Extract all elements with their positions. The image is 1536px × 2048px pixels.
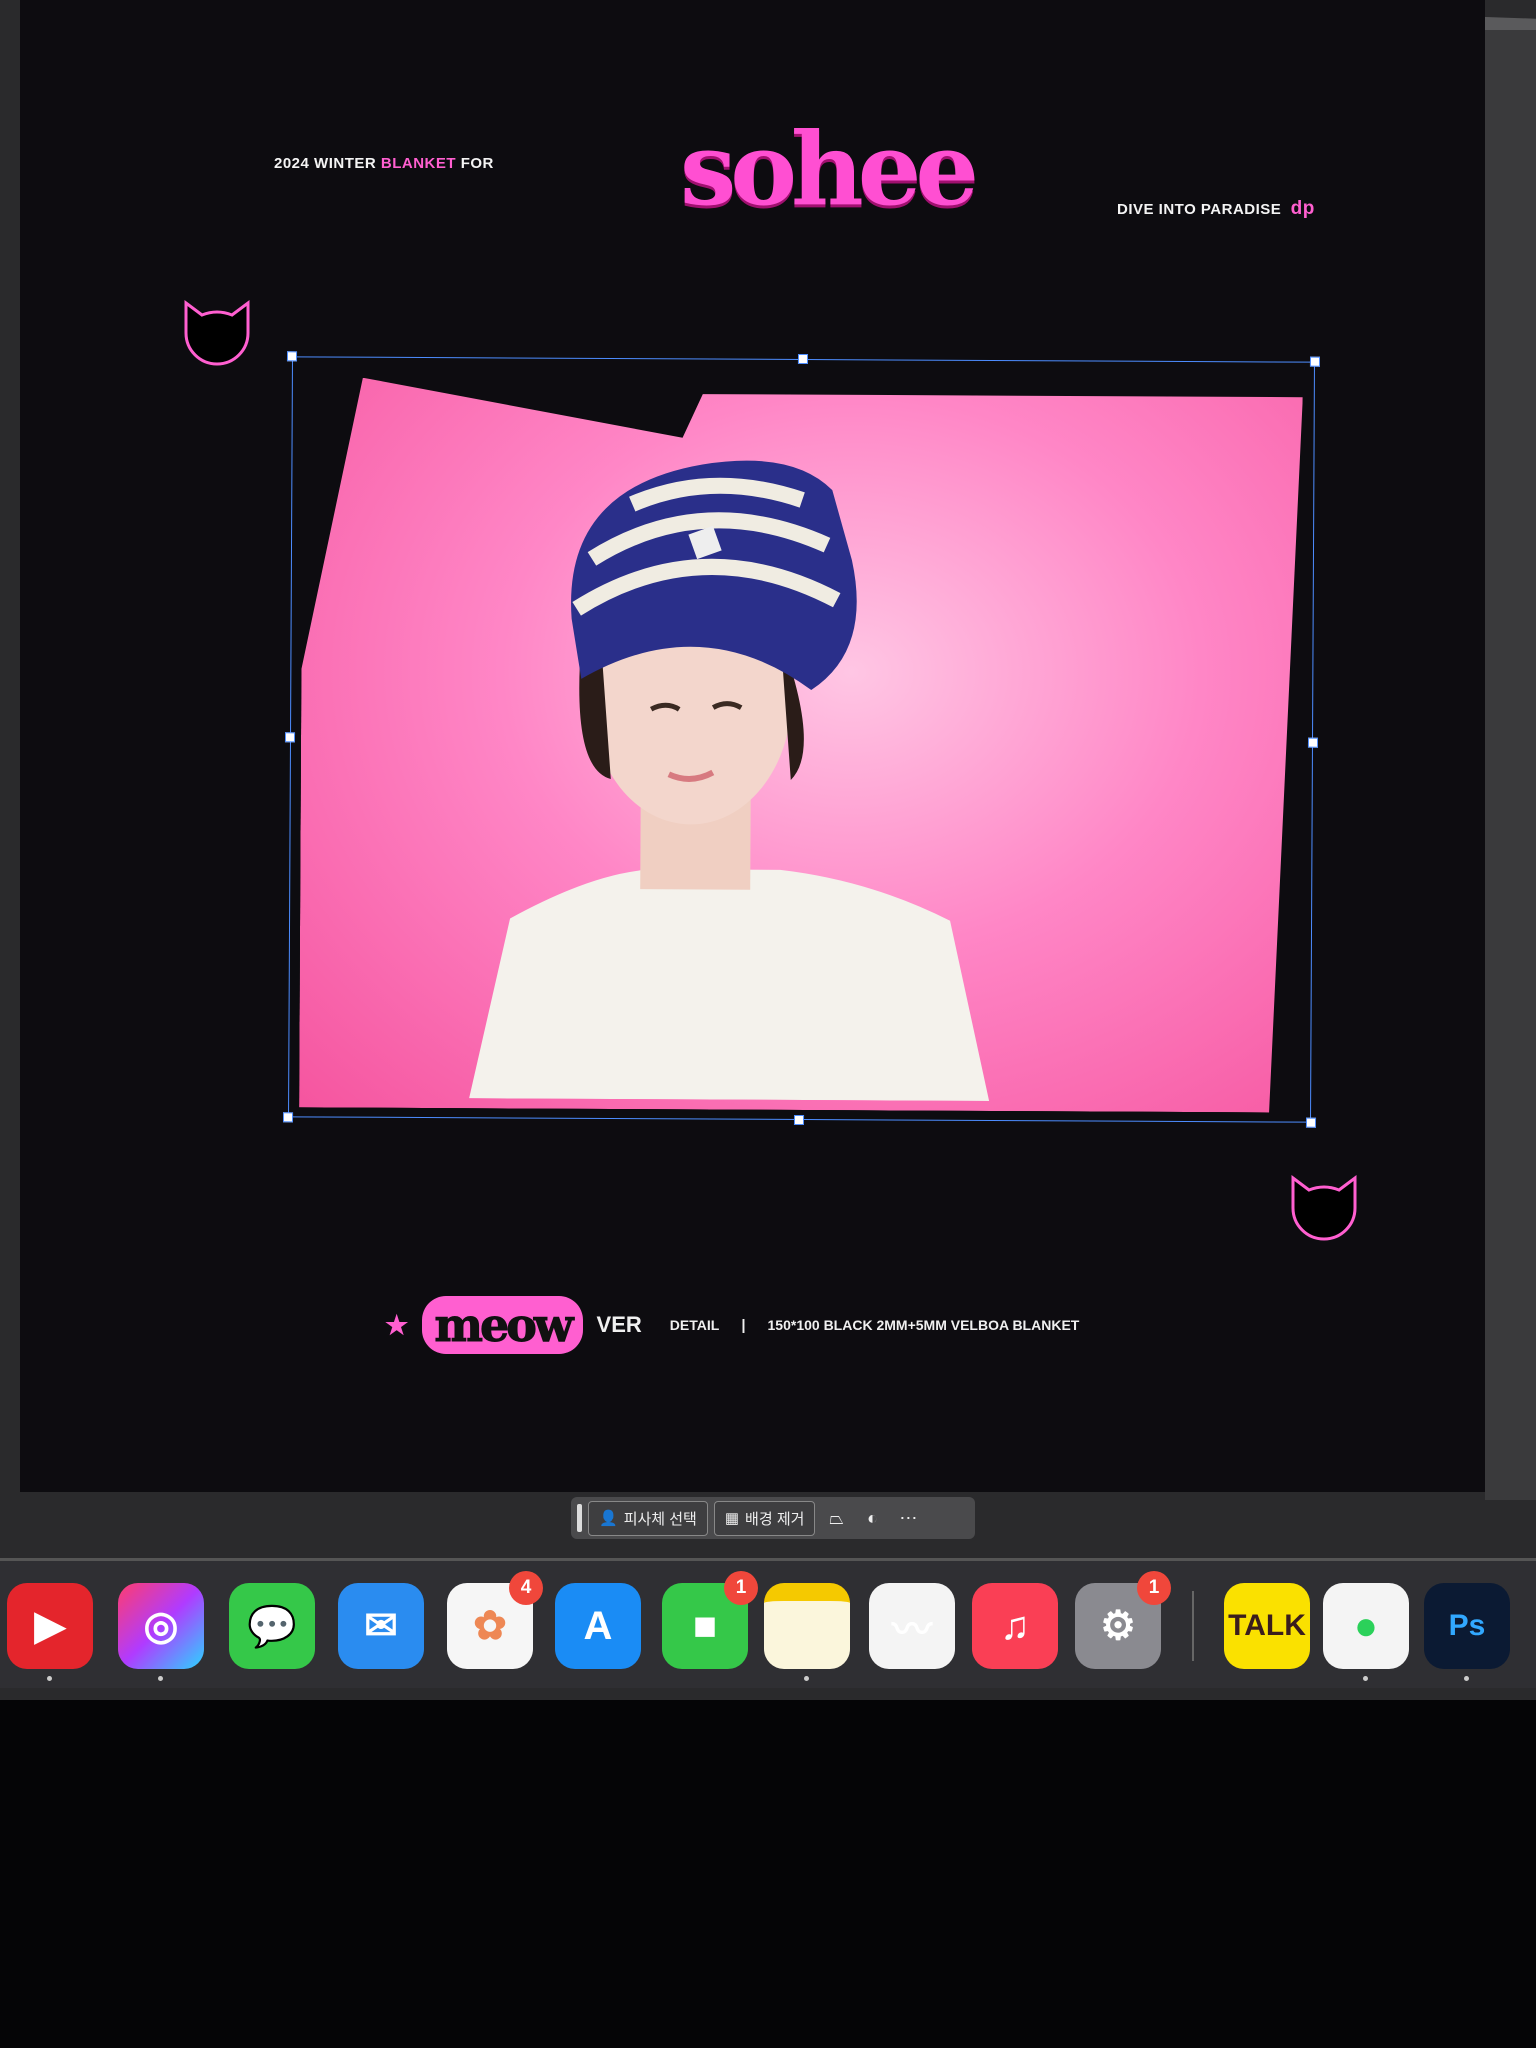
transform-handle[interactable]: [284, 732, 296, 743]
transform-handle[interactable]: [282, 1112, 294, 1123]
music-icon[interactable]: ♫: [972, 1583, 1058, 1669]
separator: |: [741, 1316, 746, 1334]
kakaotalk-icon[interactable]: TALK: [1224, 1583, 1310, 1669]
app-glyph: ■: [692, 1603, 718, 1648]
transform-handle[interactable]: [1309, 356, 1321, 367]
app-glyph: TALK: [1228, 1609, 1306, 1642]
header-text: DIVE INTO PARADISE: [1117, 201, 1282, 218]
messages-icon[interactable]: 💬: [229, 1583, 315, 1669]
cat-icon: [184, 300, 250, 366]
drag-handle[interactable]: [577, 1504, 582, 1532]
app-glyph: ♫: [1000, 1603, 1030, 1648]
notification-badge: 1: [1137, 1571, 1171, 1605]
blanket-photo-layer[interactable]: [282, 351, 1321, 1128]
app-glyph: ●: [1353, 1603, 1379, 1648]
detail-line: ★ meow VER DETAIL | 150*100 BLACK 2MM+5M…: [385, 1296, 1079, 1354]
transform-handle[interactable]: [797, 353, 809, 365]
app-glyph: ✿: [473, 1604, 507, 1648]
youtube-icon[interactable]: ▶: [7, 1583, 93, 1681]
header-accent: BLANKET: [380, 155, 457, 172]
notification-badge: 4: [509, 1571, 543, 1605]
transform-handle[interactable]: [286, 351, 298, 362]
header-left: 2024 WINTER BLANKET FOR: [274, 155, 494, 172]
detail-label: DETAIL: [669, 1317, 720, 1333]
person-icon: 👤: [599, 1510, 618, 1527]
facetime-icon[interactable]: ■ 1: [662, 1571, 758, 1669]
creative-cloud-icon[interactable]: ◎: [118, 1583, 204, 1681]
select-subject-button[interactable]: 👤 피사체 선택: [588, 1500, 708, 1536]
green-app-icon[interactable]: ●: [1323, 1583, 1409, 1681]
app-store-icon[interactable]: A: [555, 1583, 641, 1669]
app-glyph: ✉: [364, 1604, 398, 1648]
more-icon[interactable]: ⋯: [893, 1508, 923, 1529]
image-icon: ▦: [724, 1510, 740, 1527]
settings-icon[interactable]: ⚙ 1: [1075, 1571, 1171, 1669]
transform-handle[interactable]: [1307, 737, 1319, 748]
mail-icon[interactable]: ✉: [338, 1583, 424, 1669]
notification-badge: 1: [724, 1571, 758, 1605]
photoshop-icon[interactable]: Ps: [1424, 1583, 1510, 1681]
monitor-screen: 21222324252627282930 2024 WINTER BLANKET…: [0, 0, 1536, 1700]
freeform-icon[interactable]: 〰: [869, 1583, 955, 1669]
person-photo: [469, 460, 990, 1101]
star-icon: ★: [385, 1309, 409, 1340]
adjustment-icon[interactable]: ◐: [857, 1508, 887, 1529]
detail-text: 150*100 BLACK 2MM+5MM VELBOA BLANKET: [767, 1317, 1080, 1333]
dp-mark: dp: [1290, 198, 1315, 219]
app-glyph: 💬: [247, 1604, 297, 1649]
running-indicator: [1464, 1676, 1469, 1681]
notes-icon[interactable]: [764, 1583, 850, 1681]
sohee-logo: sohee: [680, 110, 979, 228]
version-label: VER: [596, 1312, 642, 1337]
app-glyph: A: [583, 1603, 613, 1648]
meow-badge: meow: [422, 1296, 583, 1354]
app-glyph: Ps: [1448, 1609, 1486, 1642]
header-text: FOR: [456, 155, 494, 172]
photos-icon[interactable]: ✿ 4: [447, 1571, 543, 1669]
contextual-taskbar: 👤 피사체 선택 ▦ 배경 제거 ⏢ ◐ ⋯: [571, 1497, 975, 1539]
dock: ▶ ◎ 💬 ✉ ✿ 4 A ■ 1 〰 ♫ ⚙ 1 TALK ● Ps: [0, 1558, 1536, 1688]
design-canvas[interactable]: 2024 WINTER BLANKET FOR sohee DIVE INTO …: [20, 0, 1485, 1492]
panel-strip: [1485, 30, 1536, 1500]
app-glyph: 〰: [892, 1608, 932, 1652]
lasso-icon[interactable]: ⏢: [821, 1508, 851, 1529]
dock-divider: [1192, 1591, 1194, 1661]
transform-handle[interactable]: [793, 1114, 805, 1126]
button-label: 피사체 선택: [623, 1510, 697, 1528]
cat-icon: [1291, 1175, 1357, 1241]
app-glyph: ⚙: [1100, 1604, 1136, 1648]
header-text: 2024 WINTER: [274, 155, 381, 172]
app-glyph: ◎: [143, 1604, 179, 1648]
remove-background-button[interactable]: ▦ 배경 제거: [713, 1500, 816, 1536]
app-glyph: ▶: [34, 1604, 66, 1648]
transform-handle[interactable]: [1305, 1117, 1317, 1128]
running-indicator: [804, 1676, 809, 1681]
running-indicator: [1363, 1676, 1368, 1681]
running-indicator: [47, 1676, 52, 1681]
button-label: 배경 제거: [745, 1510, 805, 1528]
running-indicator: [158, 1676, 163, 1681]
header-right: DIVE INTO PARADISE dp: [1117, 198, 1315, 220]
